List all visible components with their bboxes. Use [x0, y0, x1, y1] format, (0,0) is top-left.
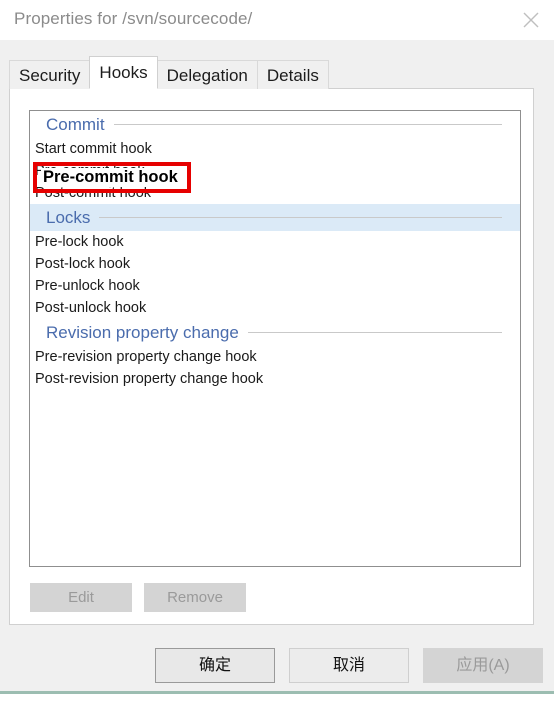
group-title-revprop: Revision property change — [46, 322, 239, 342]
group-rule — [113, 124, 502, 125]
close-icon — [523, 12, 539, 28]
properties-dialog: Properties for /svn/sourcecode/ Security… — [0, 0, 554, 692]
apply-button[interactable]: 应用(A) — [423, 648, 543, 683]
hook-item-post-lock[interactable]: Post-lock hook — [30, 253, 520, 275]
group-header-commit: Commit — [30, 111, 520, 138]
cancel-button[interactable]: 取消 — [289, 648, 409, 683]
hook-item-pre-unlock[interactable]: Pre-unlock hook — [30, 275, 520, 297]
remove-button[interactable]: Remove — [144, 583, 246, 612]
hook-item-start-commit[interactable]: Start commit hook — [30, 138, 520, 160]
group-header-revprop: Revision property change — [30, 319, 520, 346]
group-header-locks: Locks — [30, 204, 520, 231]
group-title-commit: Commit — [46, 114, 105, 134]
annotation-label-pre-commit-hook: Pre-commit hook — [41, 168, 180, 187]
tab-details[interactable]: Details — [256, 60, 329, 89]
below-window-strip — [0, 694, 554, 701]
ok-button[interactable]: 确定 — [155, 648, 275, 683]
title-bar: Properties for /svn/sourcecode/ — [0, 0, 554, 40]
tab-delegation[interactable]: Delegation — [156, 60, 258, 89]
group-title-locks: Locks — [46, 207, 91, 227]
window-title: Properties for /svn/sourcecode/ — [14, 9, 253, 28]
group-rule — [99, 217, 502, 218]
hook-item-post-unlock[interactable]: Post-unlock hook — [30, 297, 520, 319]
edit-button[interactable]: Edit — [30, 583, 132, 612]
hook-item-pre-lock[interactable]: Pre-lock hook — [30, 231, 520, 253]
group-rule — [247, 332, 502, 333]
tab-strip: Security Hooks Delegation Details — [9, 56, 329, 89]
hook-item-post-revprop[interactable]: Post-revision property change hook — [30, 368, 520, 390]
close-button[interactable] — [508, 0, 554, 40]
tab-hooks[interactable]: Hooks — [89, 56, 158, 89]
tab-security[interactable]: Security — [9, 60, 91, 89]
hook-item-pre-revprop[interactable]: Pre-revision property change hook — [30, 346, 520, 368]
